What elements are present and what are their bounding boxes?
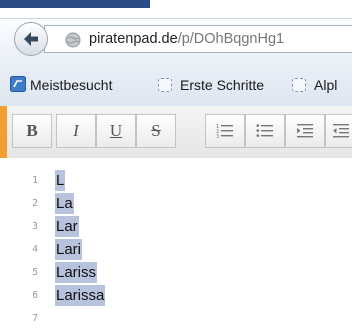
empty-line-text [55,308,57,329]
text-line[interactable]: Larissa [55,285,106,307]
selected-text: L [55,170,66,191]
bookmark-label: Erste Schritte [180,77,265,93]
bookmark-alpl[interactable]: Alpl [292,64,352,106]
ordered-list-icon: 1 2 3 [216,124,233,139]
toolbar-accent-bar [0,106,7,158]
text-line[interactable] [55,308,57,330]
line-number: 2 [32,198,38,209]
url-path: /p/DOhBqgnHg1 [177,31,285,47]
bold-label: B [26,121,38,140]
bookmark-placeholder-icon [158,78,172,92]
text-line[interactable]: Lariss [55,262,98,284]
navigation-bar: piratenpad.de/p/DOhBqgnHg1 [0,18,352,67]
underline-label: U [109,121,123,140]
address-bar[interactable]: piratenpad.de/p/DOhBqgnHg1 [44,25,352,53]
selected-text: Lar [55,216,79,237]
url-text: piratenpad.de/p/DOhBqgnHg1 [89,26,284,52]
line-number: 4 [32,244,38,255]
line-number: 1 [32,175,38,186]
italic-label: I [73,121,79,140]
selected-text: La [55,193,74,214]
line-number: 3 [32,221,38,232]
back-arrow-icon [24,32,38,46]
underline-button[interactable]: U [96,114,136,148]
svg-text:3: 3 [216,134,219,139]
text-line[interactable]: La [55,193,74,215]
bookmark-label: Meistbesucht [30,77,113,93]
strikethrough-label: S [151,121,161,140]
text-line[interactable]: Lari [55,239,83,261]
bookmark-placeholder-icon [292,78,306,92]
bookmark-meistbesucht[interactable]: Meistbesucht [0,64,150,106]
text-line[interactable]: L [55,170,66,192]
line-number: 6 [32,290,38,301]
selected-text: Larissa [55,285,106,306]
bookmark-label: Alpl [314,77,338,93]
strikethrough-button[interactable]: S [136,114,176,148]
editor-toolbar: B I U S 1 2 3 [0,106,352,159]
url-host: piratenpad.de [89,31,178,47]
indent-icon [297,124,313,138]
selected-text: Lari [55,239,83,260]
ordered-list-button[interactable]: 1 2 3 [205,114,245,148]
indent-button[interactable] [285,114,325,148]
text-line[interactable]: Lar [55,216,79,238]
selected-text: Lariss [55,262,98,283]
bookmark-erste-schritte[interactable]: Erste Schritte [156,64,286,106]
outdent-button[interactable] [325,114,352,148]
line-number: 5 [32,267,38,278]
line-number: 7 [32,313,38,324]
unordered-list-button[interactable] [245,114,285,148]
line-number-gutter: 1 2 3 4 5 6 7 [0,158,44,331]
outdent-icon [333,124,349,138]
back-button[interactable] [14,22,48,56]
bold-button[interactable]: B [12,114,52,148]
italic-button[interactable]: I [56,114,96,148]
active-tab-accent [0,0,150,8]
globe-icon [65,31,81,52]
unordered-list-icon [256,124,273,137]
pad-editor[interactable]: 1 2 3 4 5 6 7 L La Lar Lari Lariss Laris… [0,158,352,331]
bookmark-site-icon [10,76,26,92]
bookmarks-toolbar: Meistbesucht Erste Schritte Alpl [0,64,352,107]
